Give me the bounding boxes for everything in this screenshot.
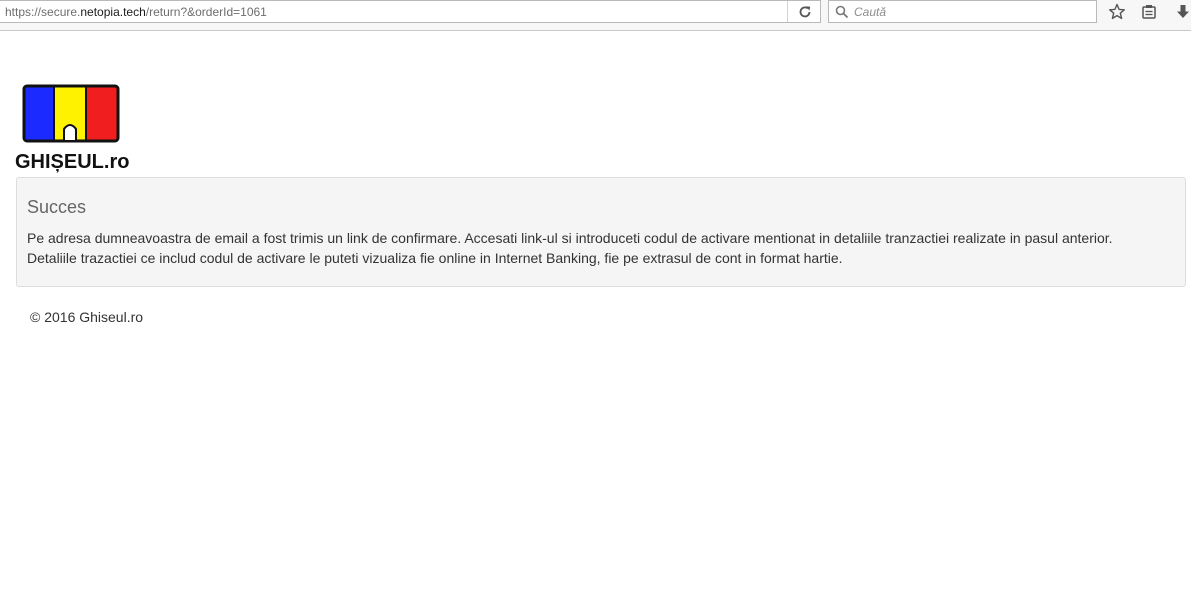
address-bar[interactable]: https://secure.netopia.tech/return?&orde… — [0, 0, 821, 23]
footer-copyright: © 2016 Ghiseul.ro — [30, 309, 144, 325]
reload-icon — [799, 5, 810, 17]
downloads-button[interactable] — [1173, 2, 1191, 22]
url-suffix: /return?&orderId=1061 — [145, 5, 267, 19]
search-placeholder[interactable]: Caută — [854, 5, 886, 19]
panel-body: Pe adresa dumneavoastra de email a fost … — [27, 228, 1167, 268]
bookmark-star-button[interactable] — [1107, 2, 1127, 22]
browser-toolbar: https://secure.netopia.tech/return?&orde… — [0, 0, 1191, 31]
star-icon — [1109, 3, 1125, 20]
reading-list-icon — [1142, 5, 1156, 19]
search-bar[interactable]: Caută — [828, 0, 1097, 23]
reload-button[interactable] — [787, 1, 821, 22]
success-panel: Succes Pe adresa dumneavoastra de email … — [16, 177, 1186, 287]
download-icon — [1177, 5, 1189, 18]
ghiseul-logo[interactable]: GHIȘEUL.ro — [14, 84, 130, 176]
message-line-2: Detaliile trazactiei ce includ codul de … — [27, 250, 843, 266]
url-host: netopia.tech — [80, 5, 146, 19]
search-icon — [835, 5, 849, 19]
url-text[interactable]: https://secure.netopia.tech/return?&orde… — [5, 5, 267, 19]
reading-list-button[interactable] — [1139, 2, 1159, 22]
panel-title: Succes — [27, 197, 87, 217]
url-prefix: https://secure. — [5, 5, 81, 19]
logo-text: GHIȘEUL.ro — [15, 151, 129, 173]
message-line-1: Pe adresa dumneavoastra de email a fost … — [27, 230, 1113, 246]
